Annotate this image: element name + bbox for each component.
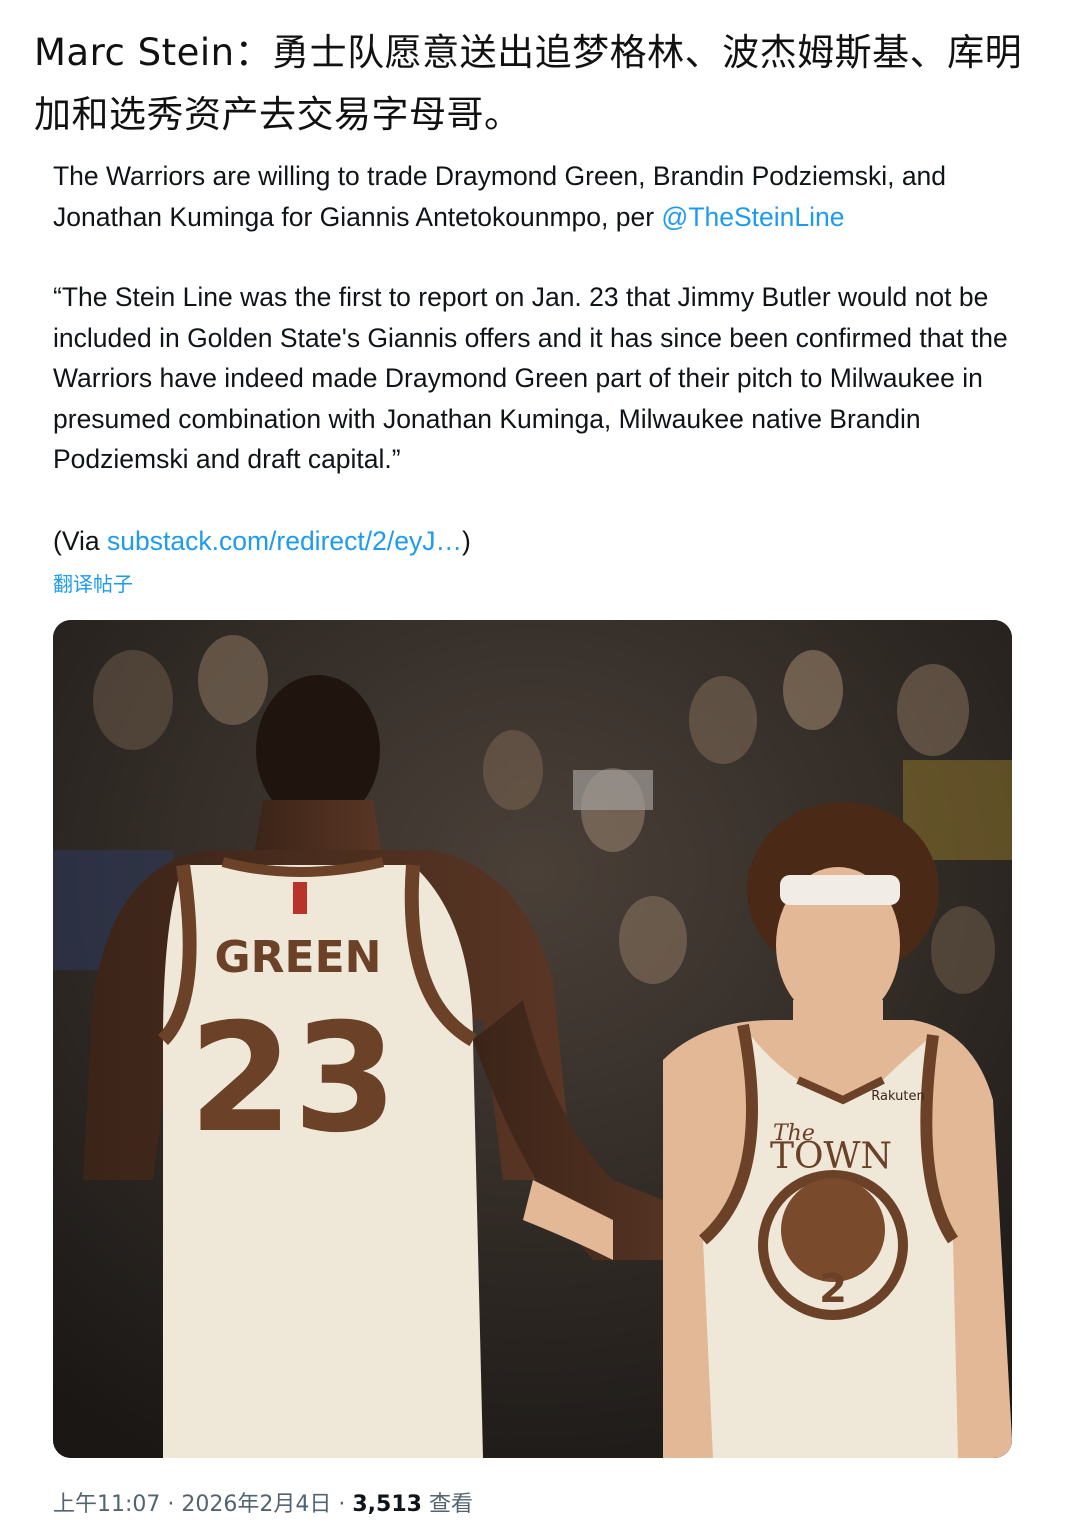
jersey-number-left: 23	[189, 992, 398, 1166]
source-prefix: (Via	[53, 525, 108, 556]
view-count: 3,513	[352, 1492, 422, 1517]
post-date: 2026年2月4日	[181, 1492, 332, 1517]
views-label: 查看	[421, 1492, 473, 1517]
post-headline: Marc Stein：勇士队愿意送出追梦格林、波杰姆斯基、库明加和选秀资产去交易…	[34, 31, 1023, 136]
tweet-paragraph-1: The Warriors are willing to trade Draymo…	[53, 156, 1028, 237]
source-link[interactable]: substack.com/redirect/2/eyJ…	[107, 526, 462, 556]
tweet-source: (Via substack.com/redirect/2/eyJ…)	[53, 521, 1028, 562]
jersey-sponsor: Rakuten	[871, 1089, 924, 1104]
basketball-photo: GREEN 23 Rakuten The TOWN 2	[53, 620, 1012, 1458]
source-suffix: )	[461, 525, 471, 556]
translate-post-button[interactable]: 翻译帖子	[53, 568, 133, 597]
jersey-name: GREEN	[215, 932, 382, 983]
mention-link[interactable]: @TheSteinLine	[661, 202, 844, 232]
embedded-tweet-text: The Warriors are willing to trade Draymo…	[53, 156, 1028, 561]
tweet-quote: “The Stein Line was the first to report …	[53, 282, 1008, 474]
post-meta: 上午11:07 · 2026年2月4日 · 3,513 查看	[53, 1486, 473, 1518]
meta-separator: ·	[160, 1492, 182, 1517]
post-time: 上午11:07	[53, 1492, 161, 1517]
meta-separator: ·	[331, 1492, 353, 1517]
jersey-number-right: 2	[819, 1266, 847, 1312]
post-photo[interactable]: GREEN 23 Rakuten The TOWN 2	[53, 620, 1012, 1458]
